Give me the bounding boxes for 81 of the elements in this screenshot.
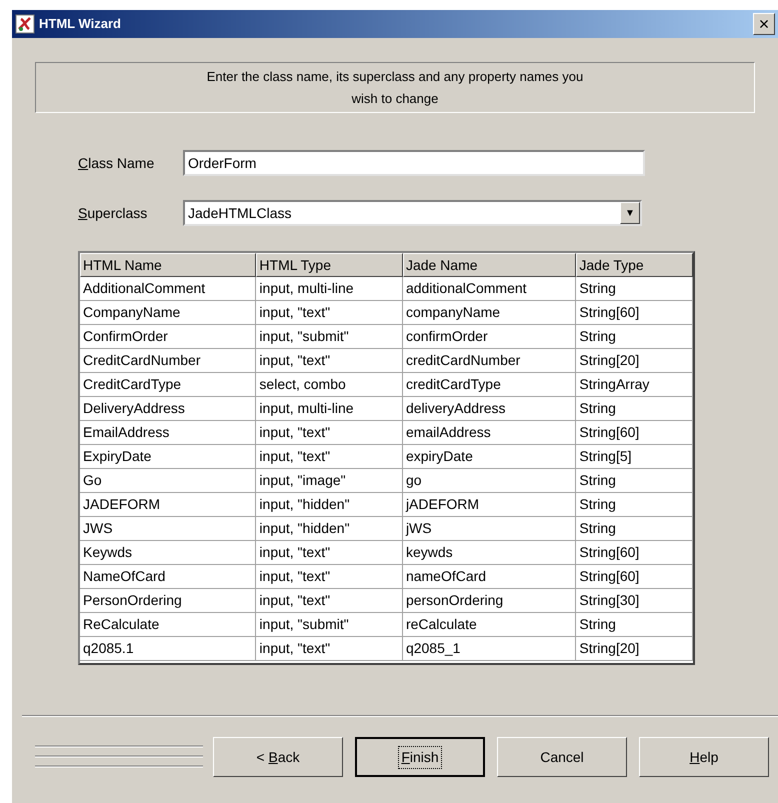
table-cell: input, "text" xyxy=(256,541,403,565)
table-cell: CreditCardNumber xyxy=(80,349,256,373)
table-cell: input, "hidden" xyxy=(256,493,403,517)
table-cell: input, "text" xyxy=(256,565,403,589)
table-cell: String xyxy=(576,397,693,421)
table-cell: String[20] xyxy=(576,349,693,373)
table-cell: String[20] xyxy=(576,637,693,661)
table-cell: String[60] xyxy=(576,421,693,445)
table-cell: String xyxy=(576,517,693,541)
default-button[interactable]: Finish xyxy=(355,737,485,777)
class-name-field[interactable]: OrderForm xyxy=(183,150,645,176)
column-header[interactable]: HTML Name xyxy=(80,253,256,277)
table-cell: input, "text" xyxy=(256,421,403,445)
table-cell: JADEFORM xyxy=(80,493,256,517)
dialog-button[interactable]: Help xyxy=(639,737,769,777)
instructions-text: Enter the class name, its superclass and any property names you wish to change xyxy=(206,68,584,108)
table-cell: input, "submit" xyxy=(256,325,403,349)
app-icon xyxy=(15,14,35,34)
column-header[interactable]: HTML Type xyxy=(256,253,403,277)
table-cell: input, "text" xyxy=(256,445,403,469)
table-cell: input, "image" xyxy=(256,469,403,493)
table-cell: input, "text" xyxy=(256,301,403,325)
table-cell: String[60] xyxy=(576,301,693,325)
table-cell: companyName xyxy=(402,301,576,325)
table-cell: String xyxy=(576,469,693,493)
table-cell: expiryDate xyxy=(402,445,576,469)
table-cell: confirmOrder xyxy=(402,325,576,349)
table-cell: String[5] xyxy=(576,445,693,469)
dialog-button[interactable]: Cancel xyxy=(497,737,627,777)
table-cell: String xyxy=(576,613,693,637)
table-cell: JWS xyxy=(80,517,256,541)
table-cell: ExpiryDate xyxy=(80,445,256,469)
table-cell: input, "text" xyxy=(256,349,403,373)
superclass-value: JadeHTMLClass xyxy=(187,204,292,222)
window-title: HTML Wizard xyxy=(39,15,121,34)
superclass-label: Superclass xyxy=(78,204,148,223)
table-cell: input, "text" xyxy=(256,589,403,613)
table-cell: EmailAddress xyxy=(80,421,256,445)
table-cell: Go xyxy=(80,469,256,493)
table-cell: creditCardType xyxy=(402,373,576,397)
table-cell: additionalComment xyxy=(402,277,576,301)
table-cell: CreditCardType xyxy=(80,373,256,397)
table-cell: input, multi-line xyxy=(256,397,403,421)
table-cell: String xyxy=(576,325,693,349)
close-button[interactable]: × xyxy=(753,13,775,35)
table-cell: jADEFORM xyxy=(402,493,576,517)
table-cell: go xyxy=(402,469,576,493)
table-cell: String xyxy=(576,493,693,517)
table-cell: String[60] xyxy=(576,565,693,589)
column-header[interactable]: Jade Name xyxy=(402,253,576,277)
table-cell: input, "text" xyxy=(256,637,403,661)
table-cell: PersonOrdering xyxy=(80,589,256,613)
table-cell: deliveryAddress xyxy=(402,397,576,421)
dialog-button[interactable]: < Back xyxy=(213,737,343,777)
table-cell: input, "submit" xyxy=(256,613,403,637)
table-cell: nameOfCard xyxy=(402,565,576,589)
table-cell: AdditionalComment xyxy=(80,277,256,301)
table-cell: select, combo xyxy=(256,373,403,397)
table-cell: ConfirmOrder xyxy=(80,325,256,349)
table-cell: input, "hidden" xyxy=(256,517,403,541)
column-header[interactable]: Jade Type xyxy=(576,253,693,277)
table-cell: personOrdering xyxy=(402,589,576,613)
table-cell: String[30] xyxy=(576,589,693,613)
table-cell: NameOfCard xyxy=(80,565,256,589)
table-cell: StringArray xyxy=(576,373,693,397)
table-cell: ReCalculate xyxy=(80,613,256,637)
table-cell: input, multi-line xyxy=(256,277,403,301)
table-cell: keywds xyxy=(402,541,576,565)
table-cell: reCalculate xyxy=(402,613,576,637)
table-cell: String xyxy=(576,277,693,301)
table-cell: creditCardNumber xyxy=(402,349,576,373)
table-cell: q2085.1 xyxy=(80,637,256,661)
table-cell: q2085_1 xyxy=(402,637,576,661)
table-cell: CompanyName xyxy=(80,301,256,325)
table-cell: Keywds xyxy=(80,541,256,565)
table-cell: jWS xyxy=(402,517,576,541)
class-name-label: Class Name xyxy=(78,154,156,172)
table-cell: DeliveryAddress xyxy=(80,397,256,421)
superclass-dropdown[interactable]: JadeHTMLClass ▼ xyxy=(183,200,642,226)
table-cell: String[60] xyxy=(576,541,693,565)
table-cell: emailAddress xyxy=(402,421,576,445)
